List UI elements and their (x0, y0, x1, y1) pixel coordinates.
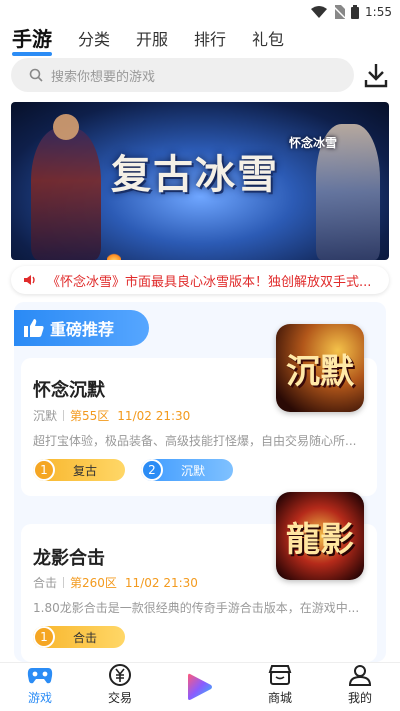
tag-number: 1 (33, 626, 55, 648)
server-zone: 第55区 (70, 409, 110, 423)
tag-button-combo[interactable]: 1 合击 (33, 626, 125, 648)
tag-number: 2 (141, 459, 163, 481)
banner-title: 复古冰雪 (111, 151, 279, 198)
nav-trade[interactable]: 交易 (80, 663, 160, 711)
tag-button-retro[interactable]: 1 复古 (33, 459, 125, 481)
game-description: 1.80龙影合击是一款很经典的传奇手游合击版本，在游戏中... (33, 601, 360, 615)
download-icon[interactable] (364, 62, 388, 88)
top-tabs: 手游 分类 开服 排行 礼包 (0, 22, 400, 56)
open-time: 11/02 21:30 (117, 408, 191, 423)
search-icon (29, 68, 43, 82)
tab-ranking[interactable]: 排行 (194, 26, 226, 56)
game-name: 龙影合击 (33, 548, 105, 569)
tag-label: 复古 (72, 463, 97, 478)
nav-label: 商城 (267, 691, 292, 705)
tag-label: 合击 (72, 630, 97, 645)
tag-buttons: 1 复古 2 沉默 (33, 459, 233, 481)
speaker-icon (24, 275, 35, 285)
game-meta: 合击 第260区 11/02 21:30 (33, 574, 198, 591)
play-icon (188, 673, 212, 700)
nav-label: 我的 (347, 691, 372, 705)
open-time: 11/02 21:30 (124, 575, 198, 590)
user-icon (349, 665, 371, 686)
tag-button-silence[interactable]: 2 沉默 (141, 459, 233, 481)
banner-logo: 怀念冰雪 (289, 136, 338, 150)
nav-play[interactable] (160, 663, 240, 711)
game-icon[interactable]: 龍影 (276, 492, 364, 580)
gamepad-icon (27, 668, 53, 684)
recommend-header: 重磅推荐 (14, 310, 149, 346)
wifi-icon (311, 6, 328, 18)
nav-mine[interactable]: 我的 (320, 663, 400, 711)
nav-shop[interactable]: 商城 (240, 663, 320, 711)
nav-games[interactable]: 游戏 (0, 663, 80, 711)
search-row: 搜索你想要的游戏 (0, 58, 400, 94)
tag-buttons: 1 合击 (33, 626, 125, 648)
search-placeholder: 搜索你想要的游戏 (51, 69, 156, 85)
no-sim-icon (333, 5, 346, 19)
tab-categories[interactable]: 分类 (78, 26, 110, 56)
tab-mobile-games[interactable]: 手游 (12, 23, 52, 56)
meta-divider (63, 577, 65, 588)
server-zone: 第260区 (70, 576, 117, 590)
promo-banner[interactable]: 复古冰雪 怀念冰雪 (11, 102, 389, 260)
meta-divider (63, 410, 65, 421)
notice-text: 《怀念冰雪》市面最具良心冰雪版本！独创解放双手式... (47, 274, 372, 290)
battery-icon (351, 5, 360, 19)
game-tag: 合击 (33, 576, 58, 590)
search-input[interactable]: 搜索你想要的游戏 (11, 58, 354, 92)
tag-number: 1 (33, 459, 55, 481)
game-description: 超打宝体验，极品装备、高级技能打怪爆，自由交易随心所... (33, 434, 357, 448)
tab-server-open[interactable]: 开服 (136, 26, 168, 56)
game-icon[interactable]: 沉默 (276, 324, 364, 412)
game-icon-text: 龍影 (286, 519, 354, 560)
shop-icon (268, 665, 292, 685)
notice-bar[interactable]: 《怀念冰雪》市面最具良心冰雪版本！独创解放双手式... (11, 266, 389, 294)
game-tag: 沉默 (33, 409, 58, 423)
game-name: 怀念沉默 (33, 380, 105, 401)
tab-gift[interactable]: 礼包 (252, 26, 284, 56)
bottom-nav: 游戏 交易 商城 我的 (0, 662, 400, 711)
nav-label: 交易 (107, 691, 132, 705)
clock: 1:55 (365, 5, 392, 19)
recommend-panel: 重磅推荐 怀念沉默 沉默 第55区 11/02 21:30 超打宝体验，极品装备… (14, 302, 386, 662)
tag-label: 沉默 (180, 463, 205, 478)
thumbs-up-icon (24, 319, 44, 337)
game-meta: 沉默 第55区 11/02 21:30 (33, 407, 190, 424)
flame-effect (107, 252, 121, 260)
game-icon-text: 沉默 (286, 351, 354, 392)
status-bar: 1:55 (0, 0, 400, 24)
recommend-title: 重磅推荐 (50, 320, 115, 339)
warrior-figure (31, 114, 101, 260)
nav-label: 游戏 (27, 691, 52, 705)
trade-icon (109, 664, 131, 686)
